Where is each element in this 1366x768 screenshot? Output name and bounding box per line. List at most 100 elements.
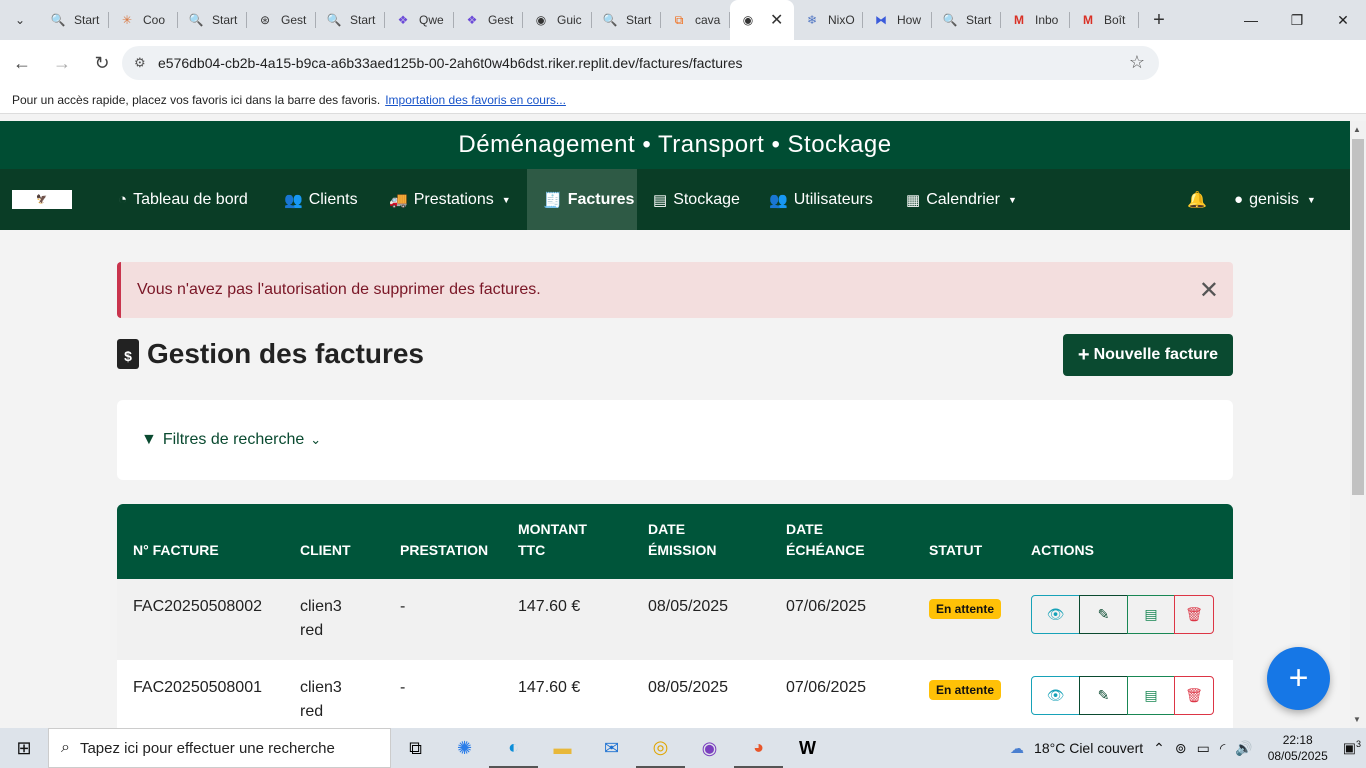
- browser-tab[interactable]: M Inbo: [1001, 0, 1070, 40]
- address-bar[interactable]: ⚙ e576db04-cb2b-4a15-b9ca-a6b33aed125b-0…: [122, 46, 1159, 80]
- delete-button[interactable]: 🗑: [1174, 595, 1214, 634]
- table-row: FAC20250508001 clien3 red - 147.60 € 08/0…: [117, 660, 1233, 728]
- notifications-bell[interactable]: 🔔: [1171, 169, 1223, 230]
- new-invoice-button[interactable]: + Nouvelle facture: [1063, 334, 1233, 376]
- new-tab-button[interactable]: +: [1139, 9, 1179, 32]
- search-icon: 🔍: [602, 13, 618, 27]
- browser-tab-active[interactable]: ◉ ✕: [730, 0, 794, 40]
- url-text: e576db04-cb2b-4a15-b9ca-a6b33aed125b-00-…: [158, 55, 743, 71]
- browser-tab[interactable]: ❄ NixO: [794, 0, 863, 40]
- nav-utilisateurs[interactable]: 👥 Utilisateurs: [753, 169, 889, 230]
- reload-icon[interactable]: ↻: [84, 53, 120, 74]
- scroll-thumb[interactable]: [1352, 139, 1364, 495]
- app-logo[interactable]: 🦅: [12, 190, 72, 209]
- cell-date-echeance: 07/06/2025: [786, 679, 867, 696]
- openai-icon: ⊛: [259, 13, 271, 27]
- search-icon: 🔍: [50, 13, 66, 27]
- search-filters-toggle[interactable]: ▼ Filtres de recherche ⌄: [117, 400, 1233, 480]
- tab-search-button[interactable]: ⌄: [0, 0, 40, 40]
- nav-factures[interactable]: 🧾 Factures: [527, 169, 637, 230]
- browser-tab[interactable]: ❖ Gest: [454, 0, 523, 40]
- close-icon[interactable]: ✕: [1199, 276, 1219, 305]
- browser-tab[interactable]: 🔍 Start: [40, 0, 109, 40]
- browser-tab[interactable]: ⧓ How: [863, 0, 932, 40]
- task-view-icon[interactable]: ⧉: [391, 728, 440, 768]
- meet-icon[interactable]: ⊚: [1175, 740, 1187, 757]
- table-row: FAC20250508002 clien3 red - 147.60 € 08/0…: [117, 579, 1233, 660]
- edit-icon: ✎: [1097, 687, 1110, 703]
- notification-center-icon[interactable]: ▣3: [1343, 739, 1361, 757]
- browser-tab[interactable]: ◉ Guic: [523, 0, 592, 40]
- row-actions: 👁 ✎ ▤ 🗑: [1031, 595, 1214, 634]
- browser-tab[interactable]: ❖ Qwe: [385, 0, 454, 40]
- nav-clients[interactable]: 👥 Clients: [268, 169, 374, 230]
- edge-icon[interactable]: ◐: [489, 728, 538, 768]
- status-badge: En attente: [929, 680, 1002, 700]
- site-info-icon[interactable]: ⚙: [134, 55, 146, 71]
- browser-tab[interactable]: ⧉ cava: [661, 0, 730, 40]
- browser-tab[interactable]: 🔍 Start: [178, 0, 247, 40]
- forward-icon[interactable]: →: [44, 53, 80, 74]
- chrome-icon[interactable]: ◎: [636, 728, 685, 768]
- firefox-icon[interactable]: ◕: [734, 728, 783, 768]
- minimize-icon[interactable]: —: [1228, 0, 1274, 40]
- box-icon: ▤: [653, 191, 668, 209]
- app-w-icon[interactable]: W: [783, 728, 832, 768]
- page-scrollbar[interactable]: ▲ ▼: [1350, 121, 1366, 728]
- trash-icon: 🗑: [1185, 606, 1203, 622]
- restore-icon[interactable]: ❐: [1274, 0, 1320, 40]
- delete-button[interactable]: 🗑: [1174, 676, 1214, 715]
- browser-tab[interactable]: 🔍 Start: [316, 0, 385, 40]
- browser-tab[interactable]: 🔍 Start: [592, 0, 661, 40]
- windows-start-icon[interactable]: ⊞: [0, 728, 48, 768]
- bell-icon: 🔔: [1187, 191, 1207, 209]
- cell-numero: FAC20250508002: [133, 598, 262, 615]
- chevron-up-icon[interactable]: ⌃: [1153, 740, 1165, 757]
- edit-button[interactable]: ✎: [1079, 595, 1128, 634]
- nav-prestations[interactable]: 🚚 Prestations ▼: [373, 169, 527, 230]
- chevron-down-icon: ▼: [1008, 194, 1017, 205]
- import-bookmarks-link[interactable]: Importation des favoris en cours...: [385, 93, 566, 107]
- filter-icon: ▼: [141, 431, 157, 448]
- mail-icon[interactable]: ✉: [587, 728, 636, 768]
- scroll-up-icon[interactable]: ▲: [1353, 125, 1361, 134]
- user-menu[interactable]: ● genisis ▼: [1218, 169, 1332, 230]
- bookmark-star-icon[interactable]: ☆: [1129, 52, 1145, 73]
- cell-date-emission: 08/05/2025: [648, 679, 729, 696]
- pdf-button[interactable]: ▤: [1127, 676, 1175, 715]
- battery-icon[interactable]: ▭: [1197, 740, 1210, 757]
- page-title: $ Gestion des factures: [117, 338, 424, 370]
- back-icon[interactable]: ←: [4, 53, 40, 74]
- edit-button[interactable]: ✎: [1079, 676, 1128, 715]
- clock[interactable]: 22:18 08/05/2025: [1268, 732, 1328, 764]
- scroll-down-icon[interactable]: ▼: [1353, 715, 1361, 724]
- floating-add-button[interactable]: +: [1267, 647, 1330, 710]
- view-button[interactable]: 👁: [1031, 595, 1080, 634]
- file-explorer-icon[interactable]: ▬: [538, 728, 587, 768]
- weather-text: 18°C Ciel couvert: [1034, 740, 1144, 756]
- view-button[interactable]: 👁: [1031, 676, 1080, 715]
- calendar-icon: ▦: [906, 191, 921, 209]
- nav-stockage[interactable]: ▤ Stockage: [637, 169, 756, 230]
- browser-tab[interactable]: ⊛ Gest: [247, 0, 316, 40]
- browser-tab[interactable]: M Boît: [1070, 0, 1139, 40]
- copilot-icon[interactable]: ✺: [440, 728, 489, 768]
- window-controls: — ❐ ✕: [1228, 0, 1366, 40]
- nav-dashboard[interactable]: ◔ Tableau de bord: [102, 169, 264, 230]
- taskbar-search[interactable]: ⌕ Tapez ici pour effectuer une recherche: [48, 728, 391, 768]
- nav-calendrier[interactable]: ▦ Calendrier ▼: [890, 169, 1033, 230]
- browser-tab[interactable]: ✳ Coo: [109, 0, 178, 40]
- chevron-down-icon: ▼: [501, 194, 511, 205]
- pdf-file-icon: ▤: [1144, 687, 1158, 703]
- volume-icon[interactable]: 🔊: [1235, 740, 1252, 757]
- browser-tab[interactable]: 🔍 Start: [932, 0, 1001, 40]
- close-window-icon[interactable]: ✕: [1320, 0, 1366, 40]
- wifi-icon[interactable]: ◜: [1220, 740, 1225, 757]
- close-tab-icon[interactable]: ✕: [770, 10, 783, 30]
- header-statut: STATUT: [929, 542, 983, 558]
- pdf-button[interactable]: ▤: [1127, 595, 1175, 634]
- header-client: CLIENT: [300, 542, 351, 558]
- qwen-icon: ❖: [397, 13, 409, 27]
- eye-icon: 👁: [1046, 606, 1065, 622]
- github-icon[interactable]: ◉: [685, 728, 734, 768]
